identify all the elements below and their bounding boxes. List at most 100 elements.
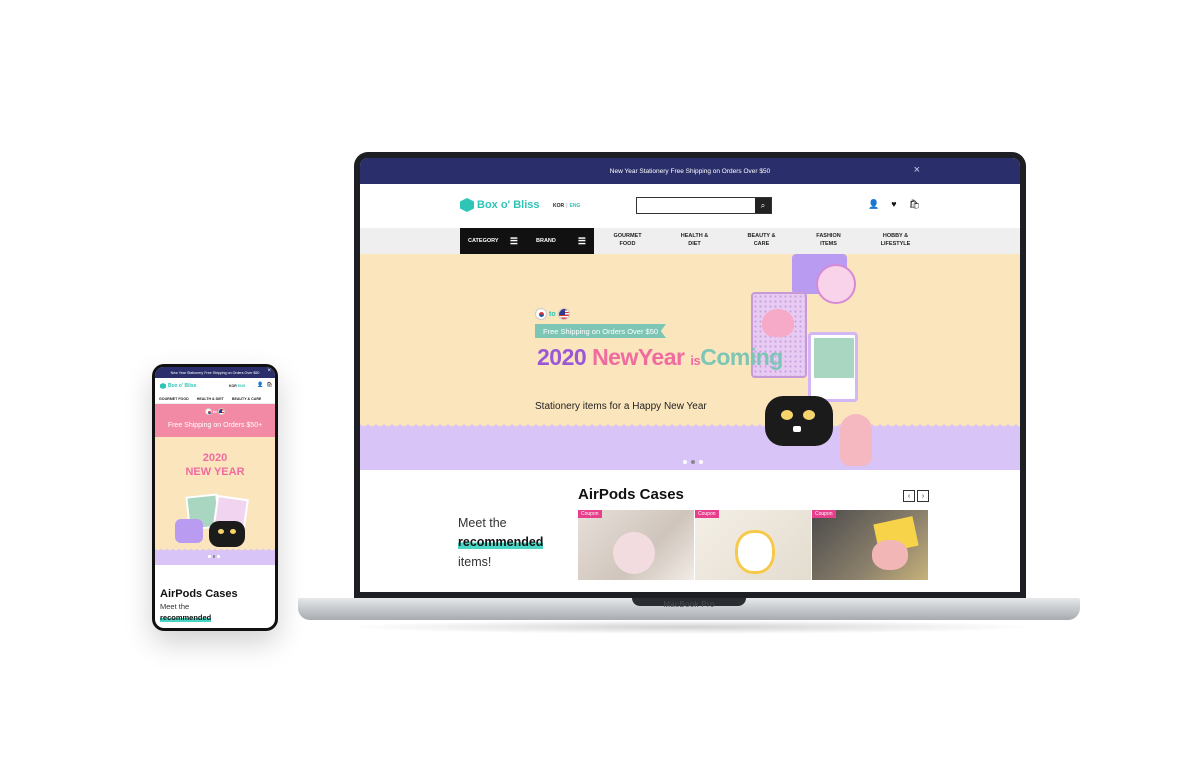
hero-headline: 2020 NewYear isComing (537, 344, 783, 371)
pig-toy-illustration (840, 414, 872, 466)
nav-label: HOBBY & LIFESTYLE (880, 233, 911, 247)
site-header: Box o' Bliss KOR | ENG ⌕ 👤 ♥ 🛍 (360, 184, 1020, 228)
heart-icon[interactable]: ♥ (891, 199, 896, 210)
usa-flag-icon (557, 308, 570, 320)
nav-health-diet[interactable]: HEALTH & DIET (661, 228, 728, 254)
coupon-badge: Coupon (695, 510, 719, 518)
carousel-arrows: ‹ › (903, 490, 929, 502)
product-row: Coupon Coupon Coupon (578, 510, 928, 580)
mobile-logo[interactable]: Box o' Bliss (160, 383, 196, 389)
laptop-base: MacBook Pro (298, 598, 1080, 620)
cart-icon[interactable]: 🛍 (909, 199, 920, 210)
nav-gourmet-food[interactable]: GOURMET FOOD (594, 228, 661, 254)
category-menu: GOURMET FOOD HEALTH & DIET BEAUTY & CARE… (594, 228, 929, 254)
header-icons: 👤 ♥ 🛍 (868, 199, 920, 210)
carousel-dots (208, 555, 220, 558)
meet-line: Meet the (458, 516, 507, 530)
product-image (735, 530, 775, 574)
headline-new-year: NewYear (592, 344, 685, 370)
mobile-announcement-bar: New Year Stationery Free Shipping on Ord… (155, 367, 275, 378)
carousel-dot[interactable] (683, 460, 687, 464)
mobile-header: Box o' Bliss KOR ENG 👤 🛍 (155, 378, 275, 394)
user-icon[interactable]: 👤 (257, 382, 263, 388)
carousel-dot[interactable] (699, 460, 703, 464)
mockup-stage: New Year Stationery Free Shipping on Ord… (0, 0, 1200, 778)
mobile-section-title: AirPods Cases (160, 588, 238, 600)
laptop-frame: New Year Stationery Free Shipping on Ord… (354, 152, 1026, 598)
mobile-year: 2020 (202, 452, 228, 464)
eye-shape (218, 529, 224, 534)
category-button[interactable]: CATEGORY ☰ (460, 228, 526, 254)
carousel-dot[interactable] (217, 555, 220, 558)
carousel-dot-active[interactable] (212, 555, 215, 558)
search-input[interactable]: ⌕ (636, 197, 772, 214)
nav-gourmet-food[interactable]: GOURMET FOOD (155, 394, 193, 403)
carousel-dots (683, 460, 703, 464)
laptop-shadow (340, 620, 1040, 634)
next-arrow-icon[interactable]: › (917, 490, 929, 502)
category-label: CATEGORY (468, 238, 499, 244)
user-icon[interactable]: 👤 (868, 199, 879, 210)
mobile-shipping-text: Free Shipping on Orders $50+ (167, 422, 263, 429)
nav-beauty-care[interactable]: BEAUTY & CARE (228, 394, 266, 403)
carousel-dot-active[interactable] (691, 460, 695, 464)
close-icon[interactable]: × (914, 164, 920, 176)
announcement-text: New Year Stationery Free Shipping on Ord… (609, 167, 771, 175)
category-bar: CATEGORY ☰ BRAND ☰ (460, 228, 594, 254)
brand-button[interactable]: BRAND ☰ (526, 228, 594, 254)
nav-health-diet[interactable]: HEALTH & DIET (193, 394, 228, 403)
nav-label: GOURMET FOOD (613, 233, 642, 247)
mobile-nav: GOURMET FOOD HEALTH & DIET BEAUTY & CARE (155, 394, 275, 404)
lang-kor[interactable]: KOR (229, 384, 237, 388)
hero-subtitle: Stationery items for a Happy New Year (535, 401, 707, 412)
prev-arrow-icon[interactable]: ‹ (903, 490, 915, 502)
lang-kor[interactable]: KOR (553, 203, 564, 209)
product-image (872, 540, 908, 570)
brand-label: BRAND (536, 238, 556, 244)
meet-highlight: recommended (458, 535, 544, 550)
logo[interactable]: Box o' Bliss (460, 198, 540, 212)
lang-eng[interactable]: ENG (238, 384, 246, 388)
mobile-site: New Year Stationery Free Shipping on Ord… (155, 367, 275, 628)
hero-banner[interactable]: to Free Shipping on Orders Over $50 2020… (360, 254, 1020, 470)
cube-logo-icon (160, 383, 166, 389)
nav-beauty-care[interactable]: BEAUTY & CARE (728, 228, 795, 254)
headline-year: 2020 (537, 344, 587, 370)
scallop-divider (360, 422, 1020, 430)
carousel-dot[interactable] (208, 555, 211, 558)
meet-line: Meet the (160, 602, 190, 611)
phone-frame: New Year Stationery Free Shipping on Ord… (152, 364, 278, 631)
nav-hobby-lifestyle[interactable]: HOBBY & LIFESTYLE (862, 228, 929, 254)
nav-label: BEAUTY & CARE (747, 233, 776, 247)
close-icon[interactable]: × (267, 368, 271, 374)
section-title: AirPods Cases (578, 486, 684, 503)
mobile-language-switch: KOR ENG (229, 384, 245, 388)
nav-label: HEALTH & DIET (680, 233, 709, 247)
product-card[interactable]: Coupon (812, 510, 928, 580)
to-label: to (213, 409, 217, 414)
mobile-shipping-banner[interactable]: to Free Shipping on Orders $50+ (155, 404, 275, 437)
product-card[interactable]: Coupon (578, 510, 694, 580)
lang-eng[interactable]: ENG (570, 203, 581, 209)
menu-icon: ☰ (577, 235, 586, 246)
cart-icon[interactable]: 🛍 (266, 382, 272, 388)
black-case-illustration (209, 521, 245, 547)
nav-fashion-items[interactable]: FASHION ITEMS (795, 228, 862, 254)
logo-text: Box o' Bliss (477, 199, 540, 211)
black-case-illustration (765, 396, 833, 446)
language-switch: KOR | ENG (553, 203, 581, 209)
meet-line: items! (458, 554, 492, 569)
product-card[interactable]: Coupon (695, 510, 811, 580)
usa-flag-icon (217, 408, 225, 415)
mobile-hero-banner[interactable]: 2020 NEW YEAR (155, 437, 275, 565)
headline-coming: Coming (700, 344, 783, 370)
green-book-illustration (814, 338, 854, 378)
search-icon[interactable]: ⌕ (755, 198, 771, 213)
desktop-site: New Year Stationery Free Shipping on Ord… (360, 158, 1020, 592)
free-shipping-badge: Free Shipping on Orders Over $50 (535, 324, 667, 338)
mobile-header-icons: 👤 🛍 (257, 382, 273, 388)
hero-bottom-band (360, 430, 1020, 470)
eye-shape (230, 529, 236, 534)
flags-row: to (535, 308, 570, 320)
coupon-badge: Coupon (812, 510, 836, 518)
